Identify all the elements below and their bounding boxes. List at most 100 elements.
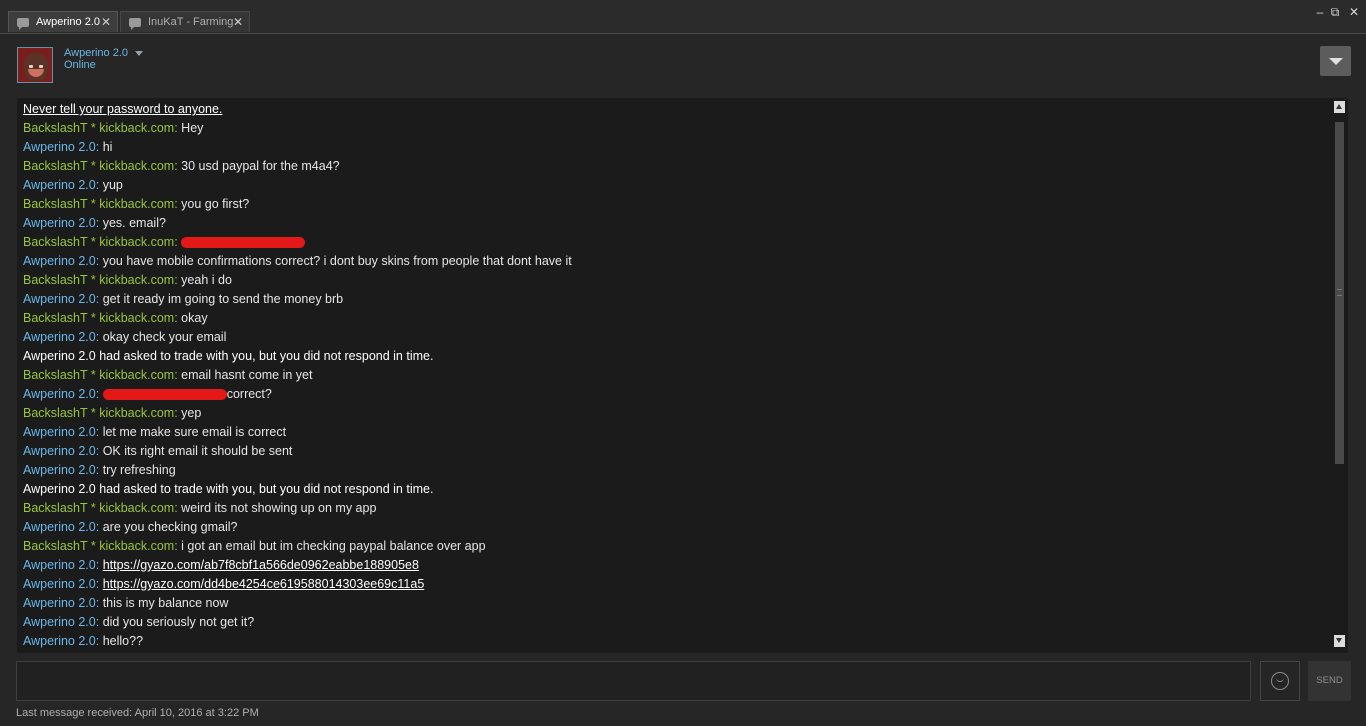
sender-colon: : (95, 634, 103, 648)
message-sender[interactable]: Awperino 2.0 (23, 178, 96, 192)
message-sender[interactable]: BackslashT * kickback.com (23, 406, 174, 420)
scrollbar[interactable] (1333, 100, 1346, 650)
divider (0, 33, 1366, 34)
message-sender[interactable]: Awperino 2.0 (23, 444, 96, 458)
sender-colon: : (95, 596, 103, 610)
message-sender[interactable]: Awperino 2.0 (23, 216, 96, 230)
sender-colon: : (95, 463, 103, 477)
message-sender[interactable]: BackslashT * kickback.com (23, 121, 174, 135)
scroll-up-button[interactable] (1334, 101, 1345, 113)
message-sender[interactable]: Awperino 2.0 (23, 330, 96, 344)
message-sender[interactable]: Awperino 2.0 (23, 577, 96, 591)
sender-colon: : (95, 615, 103, 629)
restore-icon[interactable]: ⧉ (1327, 4, 1343, 20)
chat-message: Awperino 2.0: correct? (23, 385, 1323, 404)
message-text: Hey (181, 121, 204, 135)
chat-message: Awperino 2.0: let me make sure email is … (23, 423, 1323, 442)
chevron-down-icon (1329, 58, 1343, 65)
sender-colon: : (95, 178, 103, 192)
chat-message: Awperino 2.0: did you seriously not get … (23, 613, 1323, 632)
message-sender[interactable]: BackslashT * kickback.com (23, 368, 174, 382)
system-message: Awperino 2.0 had asked to trade with you… (23, 480, 1323, 499)
message-sender[interactable]: BackslashT * kickback.com (23, 273, 174, 287)
message-text: Awperino 2.0 had asked to trade with you… (23, 482, 434, 496)
message-text: you have mobile confirmations correct? i… (102, 254, 572, 268)
message-text: yep (181, 406, 202, 420)
message-sender[interactable]: Awperino 2.0 (23, 615, 96, 629)
message-sender[interactable]: BackslashT * kickback.com (23, 539, 174, 553)
message-text: are you checking gmail? (102, 520, 238, 534)
message-text: yes. email? (102, 216, 166, 230)
message-sender[interactable]: Awperino 2.0 (23, 387, 96, 401)
message-sender[interactable]: Awperino 2.0 (23, 425, 96, 439)
chat-message: Awperino 2.0: OK its right email it shou… (23, 442, 1323, 461)
close-window-icon[interactable]: ✕ (1346, 4, 1362, 20)
message-text: did you seriously not get it? (102, 615, 255, 629)
chat-log: Never tell your password to anyone. Back… (17, 98, 1348, 653)
chat-options-button[interactable] (1320, 46, 1351, 76)
friend-name[interactable]: Awperino 2.0 (64, 47, 144, 59)
message-sender[interactable]: Awperino 2.0 (23, 463, 96, 477)
chat-message: BackslashT * kickback.com: 30 usd paypal… (23, 157, 1323, 176)
chat-message: Awperino 2.0: you have mobile confirmati… (23, 252, 1323, 271)
message-text: okay (181, 311, 208, 325)
tab-label: InuKaT - Farming (148, 16, 233, 28)
minimize-icon[interactable]: – (1312, 4, 1328, 20)
security-notice-text: Never tell your password to anyone. (23, 102, 223, 116)
redaction-mark (102, 389, 227, 401)
security-notice: Never tell your password to anyone. (23, 100, 1323, 119)
friend-name-label: Awperino 2.0 (64, 47, 129, 59)
message-text: yup (102, 178, 123, 192)
last-message-timestamp: Last message received: April 10, 2016 at… (16, 707, 259, 719)
sender-colon: : (95, 520, 103, 534)
emoticon-button[interactable] (1260, 661, 1300, 701)
message-sender[interactable]: Awperino 2.0 (23, 254, 96, 268)
tab-label: Awperino 2.0 (36, 16, 101, 28)
scroll-thumb[interactable] (1335, 122, 1344, 464)
scroll-down-button[interactable] (1334, 635, 1345, 647)
chat-message: Awperino 2.0: hi (23, 138, 1323, 157)
sender-colon: : (174, 235, 182, 249)
chat-message: Awperino 2.0: https://gyazo.com/dd4be425… (23, 575, 1323, 594)
chat-message: Awperino 2.0: this is my balance now (23, 594, 1323, 613)
message-input[interactable] (16, 661, 1251, 701)
chat-message: BackslashT * kickback.com: okay (23, 309, 1323, 328)
message-sender[interactable]: Awperino 2.0 (23, 596, 96, 610)
message-sender[interactable]: BackslashT * kickback.com (23, 197, 174, 211)
chat-message: BackslashT * kickback.com: i got an emai… (23, 537, 1323, 556)
message-sender[interactable]: BackslashT * kickback.com (23, 159, 174, 173)
close-tab-icon[interactable]: ✕ (233, 15, 243, 29)
sender-colon: : (95, 292, 103, 306)
message-sender[interactable]: BackslashT * kickback.com (23, 501, 174, 515)
grip-icon (1337, 289, 1342, 296)
chat-message: Awperino 2.0: are you checking gmail? (23, 518, 1323, 537)
chevron-down-icon[interactable] (135, 50, 144, 56)
message-sender[interactable]: Awperino 2.0 (23, 520, 96, 534)
message-sender[interactable]: Awperino 2.0 (23, 292, 96, 306)
message-text: hi (102, 140, 113, 154)
sender-colon: : (95, 216, 103, 230)
message-sender[interactable]: Awperino 2.0 (23, 140, 96, 154)
avatar[interactable] (17, 47, 53, 83)
tab-bar: Awperino 2.0 ✕ InuKaT - Farming ✕ – ⧉ ✕ (0, 0, 1366, 34)
message-sender[interactable]: Awperino 2.0 (23, 558, 96, 572)
chat-bubble-icon (129, 17, 141, 30)
sender-colon: : (95, 425, 103, 439)
tab-awperino[interactable]: Awperino 2.0 ✕ (8, 11, 118, 32)
tab-inukat-farming[interactable]: InuKaT - Farming ✕ (120, 11, 250, 32)
chat-message: Awperino 2.0: try refreshing (23, 461, 1323, 480)
message-sender[interactable]: BackslashT * kickback.com (23, 311, 174, 325)
chat-message: Awperino 2.0: yup (23, 176, 1323, 195)
sender-colon: : (95, 140, 103, 154)
chat-message: Awperino 2.0: yes. email? (23, 214, 1323, 233)
chat-message: Awperino 2.0: okay check your email (23, 328, 1323, 347)
message-text: Awperino 2.0 had asked to trade with you… (23, 349, 434, 363)
message-text: correct? (226, 387, 272, 401)
close-tab-icon[interactable]: ✕ (101, 15, 111, 29)
message-sender[interactable]: BackslashT * kickback.com (23, 235, 174, 249)
send-button[interactable]: SEND (1308, 661, 1351, 701)
message-link[interactable]: https://gyazo.com/dd4be4254ce61958801430… (103, 577, 425, 591)
message-text: i got an email but im checking paypal ba… (181, 539, 486, 553)
message-link[interactable]: https://gyazo.com/ab7f8cbf1a566de0962eab… (103, 558, 419, 572)
message-sender[interactable]: Awperino 2.0 (23, 634, 96, 648)
